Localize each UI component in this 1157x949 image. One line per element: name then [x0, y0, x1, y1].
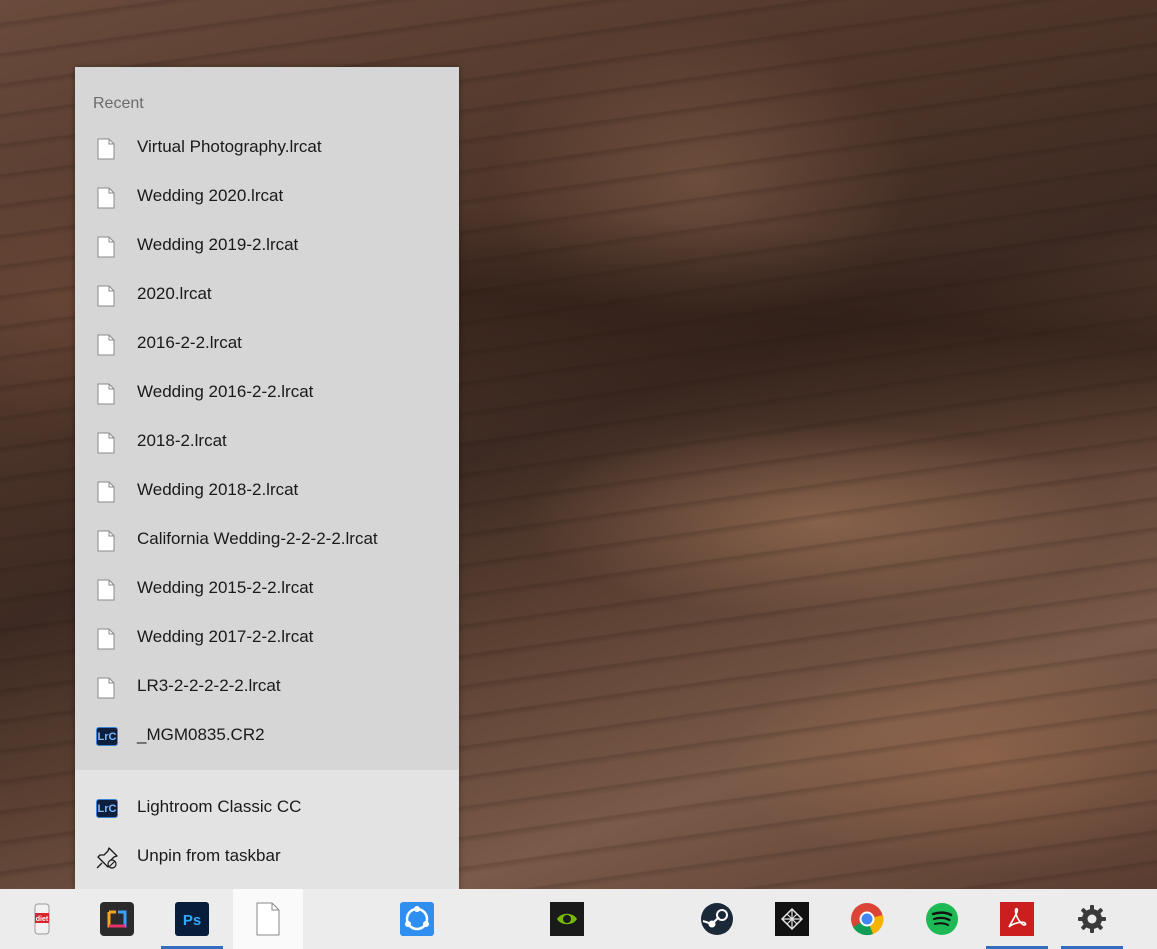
task-open-lightroom[interactable]: LrC Lightroom Classic CC	[75, 784, 459, 833]
steam-icon	[701, 903, 733, 935]
taskbar-app-sharing[interactable]	[386, 889, 448, 949]
recent-item-label: Wedding 2019-2.lrcat	[137, 235, 299, 254]
recent-item[interactable]: 2020.lrcat	[75, 271, 459, 320]
recent-item[interactable]: Virtual Photography.lrcat	[75, 124, 459, 173]
task-label: Lightroom Classic CC	[137, 797, 302, 816]
recent-item-label: Wedding 2020.lrcat	[137, 186, 284, 205]
ps-label: Ps	[183, 912, 201, 929]
document-icon	[97, 383, 115, 405]
recent-item-label: _MGM0835.CR2	[137, 725, 265, 744]
photoshop-icon: Ps	[175, 902, 209, 936]
recent-item[interactable]: Wedding 2015-2-2.lrcat	[75, 565, 459, 614]
taskbar-app-photoshop[interactable]: Ps	[161, 889, 223, 949]
document-icon	[97, 285, 115, 307]
acrobat-icon	[1000, 902, 1034, 936]
chrome-icon	[851, 903, 884, 936]
network-tool-icon	[775, 902, 809, 936]
recent-item[interactable]: California Wedding-2-2-2-2.lrcat	[75, 516, 459, 565]
unpin-icon	[96, 847, 118, 869]
jump-list: Recent Virtual Photography.lrcat Wedding…	[75, 67, 459, 889]
recent-item-label: LR3-2-2-2-2-2.lrcat	[137, 676, 281, 695]
taskbar: diet Ps	[0, 889, 1157, 949]
task-unpin-from-taskbar[interactable]: Unpin from taskbar	[75, 833, 459, 882]
recent-item[interactable]: Wedding 2020.lrcat	[75, 173, 459, 222]
diet-soda-app-icon: diet	[34, 903, 50, 935]
taskbar-app-creative-cloud[interactable]	[86, 889, 148, 949]
lightroom-classic-icon: LrC	[96, 799, 118, 818]
document-icon	[97, 677, 115, 699]
recent-item-label: California Wedding-2-2-2-2.lrcat	[137, 529, 378, 548]
recent-item[interactable]: Wedding 2016-2-2.lrcat	[75, 369, 459, 418]
taskbar-app-spotify[interactable]	[911, 889, 973, 949]
taskbar-app-lightroom-document[interactable]	[233, 889, 303, 949]
lightroom-document-icon	[256, 902, 280, 936]
spotify-icon	[926, 903, 958, 935]
recent-item-label: Wedding 2016-2-2.lrcat	[137, 382, 314, 401]
recent-item-label: 2018-2.lrcat	[137, 431, 227, 450]
recent-item[interactable]: 2018-2.lrcat	[75, 418, 459, 467]
taskbar-app-settings[interactable]	[1061, 889, 1123, 949]
recent-item-label: Wedding 2015-2-2.lrcat	[137, 578, 314, 597]
recent-item[interactable]: LrC _MGM0835.CR2	[75, 712, 459, 761]
recent-item-label: Wedding 2017-2-2.lrcat	[137, 627, 314, 646]
document-icon	[97, 187, 115, 209]
document-icon	[97, 432, 115, 454]
document-icon	[97, 334, 115, 356]
taskbar-app-network-tool[interactable]	[761, 889, 823, 949]
recent-item-label: Wedding 2018-2.lrcat	[137, 480, 299, 499]
document-icon	[97, 530, 115, 552]
recent-header: Recent	[93, 95, 144, 112]
taskbar-app-diet-soda[interactable]: diet	[11, 889, 73, 949]
recent-item[interactable]: LR3-2-2-2-2-2.lrcat	[75, 663, 459, 712]
jump-list-tasks-section: LrC Lightroom Classic CC Unpin from task…	[75, 770, 459, 889]
recent-item-label: 2016-2-2.lrcat	[137, 333, 242, 352]
recent-item[interactable]: Wedding 2017-2-2.lrcat	[75, 614, 459, 663]
document-icon	[97, 579, 115, 601]
document-icon	[97, 481, 115, 503]
taskbar-app-chrome[interactable]	[836, 889, 898, 949]
recent-item[interactable]: Wedding 2019-2.lrcat	[75, 222, 459, 271]
settings-gear-icon	[1078, 905, 1106, 933]
nvidia-icon	[550, 902, 584, 936]
task-label: Unpin from taskbar	[137, 846, 281, 865]
document-icon	[97, 628, 115, 650]
sharing-app-icon	[400, 902, 434, 936]
recent-item-label: Virtual Photography.lrcat	[137, 137, 322, 156]
creative-cloud-app-icon	[100, 902, 134, 936]
soda-label: diet	[36, 916, 49, 923]
recent-item[interactable]: Wedding 2018-2.lrcat	[75, 467, 459, 516]
lightroom-classic-icon: LrC	[96, 727, 118, 746]
taskbar-app-nvidia[interactable]	[536, 889, 598, 949]
taskbar-app-acrobat[interactable]	[986, 889, 1048, 949]
document-icon	[97, 138, 115, 160]
jump-list-recent-section: Recent Virtual Photography.lrcat Wedding…	[75, 67, 459, 770]
recent-item-label: 2020.lrcat	[137, 284, 212, 303]
taskbar-app-steam[interactable]	[686, 889, 748, 949]
recent-item[interactable]: 2016-2-2.lrcat	[75, 320, 459, 369]
document-icon	[97, 236, 115, 258]
